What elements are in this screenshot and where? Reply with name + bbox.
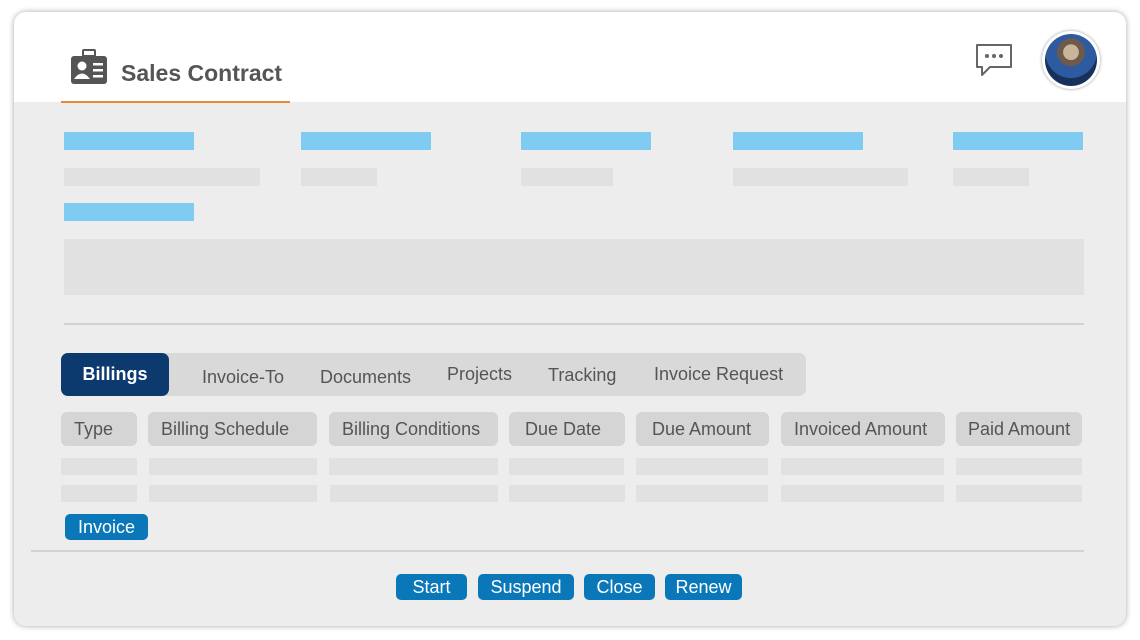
field-label-placeholder xyxy=(953,132,1083,150)
field-value-placeholder xyxy=(733,168,908,186)
table-cell-placeholder xyxy=(956,485,1082,502)
field-label-placeholder xyxy=(64,132,194,150)
column-header-billing-conditions[interactable]: Billing Conditions xyxy=(329,412,498,446)
field-label-placeholder xyxy=(521,132,651,150)
tab-invoice-to[interactable]: Invoice-To xyxy=(202,356,284,399)
divider xyxy=(31,550,1084,552)
table-cell-placeholder xyxy=(329,458,498,475)
text-area-placeholder xyxy=(64,239,1084,295)
column-header-due-amount[interactable]: Due Amount xyxy=(636,412,769,446)
table-cell-placeholder xyxy=(509,485,625,502)
tab-tracking[interactable]: Tracking xyxy=(548,354,616,397)
tab-projects[interactable]: Projects xyxy=(447,353,512,396)
field-value-placeholder xyxy=(521,168,613,186)
table-cell-placeholder xyxy=(61,458,137,475)
user-avatar[interactable] xyxy=(1042,31,1100,89)
table-cell-placeholder xyxy=(781,485,944,502)
field-label-placeholder xyxy=(64,203,194,221)
column-header-paid-amount[interactable]: Paid Amount xyxy=(956,412,1082,446)
header: Sales Contract xyxy=(14,12,1126,103)
table-cell-placeholder xyxy=(636,458,768,475)
close-button[interactable]: Close xyxy=(584,574,655,600)
start-button[interactable]: Start xyxy=(396,574,467,600)
divider xyxy=(64,323,1084,325)
page-title: Sales Contract xyxy=(121,60,283,86)
title-tab: Sales Contract xyxy=(61,46,290,103)
invoice-button[interactable]: Invoice xyxy=(65,514,148,540)
tab-billings[interactable]: Billings xyxy=(61,353,169,396)
contract-card: Sales Contract Billings Invoice-To Docum… xyxy=(14,12,1126,626)
tab-documents[interactable]: Documents xyxy=(320,356,411,399)
column-header-type[interactable]: Type xyxy=(61,412,137,446)
field-label-placeholder xyxy=(301,132,431,150)
field-value-placeholder xyxy=(64,168,260,186)
column-header-billing-schedule[interactable]: Billing Schedule xyxy=(148,412,317,446)
field-value-placeholder xyxy=(953,168,1029,186)
table-cell-placeholder xyxy=(61,485,137,502)
table-cell-placeholder xyxy=(330,485,498,502)
chat-bubble-icon[interactable] xyxy=(974,42,1014,78)
renew-button[interactable]: Renew xyxy=(665,574,742,600)
table-cell-placeholder xyxy=(149,458,317,475)
tab-invoice-request[interactable]: Invoice Request xyxy=(654,353,783,396)
tab-bar: Billings Invoice-To Documents Projects T… xyxy=(61,353,806,396)
field-label-placeholder xyxy=(733,132,863,150)
table-cell-placeholder xyxy=(636,485,768,502)
suspend-button[interactable]: Suspend xyxy=(478,574,574,600)
table-cell-placeholder xyxy=(781,458,944,475)
contact-card-icon xyxy=(71,49,107,84)
column-header-due-date[interactable]: Due Date xyxy=(509,412,625,446)
avatar-image xyxy=(1045,34,1097,86)
table-cell-placeholder xyxy=(149,485,317,502)
column-header-invoiced-amount[interactable]: Invoiced Amount xyxy=(781,412,945,446)
table-cell-placeholder xyxy=(956,458,1082,475)
field-value-placeholder xyxy=(301,168,377,186)
table-cell-placeholder xyxy=(509,458,624,475)
